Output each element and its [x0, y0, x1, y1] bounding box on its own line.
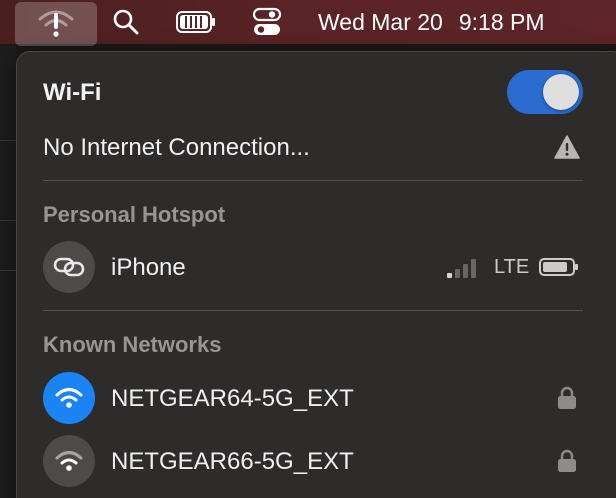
background-window — [0, 44, 16, 498]
menubar-wifi-button[interactable] — [15, 2, 97, 46]
wifi-exclamation-icon — [38, 10, 74, 37]
hotspot-icon-circle — [43, 241, 95, 293]
hotspot-name: iPhone — [111, 254, 186, 281]
wifi-title: Wi-Fi — [43, 79, 102, 106]
screen: Wed Mar 20 9:18 PM Wi-Fi No Internet Conn… — [0, 0, 616, 498]
wifi-icon-circle-connected — [43, 372, 95, 424]
divider — [43, 310, 583, 311]
divider — [43, 180, 583, 181]
wifi-icon-circle — [43, 435, 95, 487]
background-divider — [0, 270, 16, 271]
hotspot-link-icon — [53, 257, 85, 277]
menubar-battery-button[interactable] — [174, 0, 218, 44]
cellular-signal-icon — [447, 259, 476, 278]
menubar-search-button[interactable] — [108, 0, 144, 44]
wifi-toggle[interactable] — [507, 70, 583, 114]
network-item[interactable]: NETGEAR64-5G_EXT — [43, 372, 583, 424]
battery-icon — [176, 11, 215, 33]
wifi-status-text: No Internet Connection... — [43, 134, 310, 161]
background-divider — [0, 220, 16, 221]
network-name: NETGEAR66-5G_EXT — [111, 448, 354, 475]
personal-hotspot-header: Personal Hotspot — [43, 202, 226, 227]
warning-icon — [554, 135, 580, 159]
network-name: NETGEAR64-5G_EXT — [111, 385, 354, 412]
control-center-icon — [252, 7, 282, 35]
background-divider — [0, 140, 16, 141]
wifi-icon — [55, 388, 83, 408]
wifi-toggle-knob — [543, 74, 579, 110]
network-type-label: LTE — [494, 256, 530, 278]
menubar-time: 9:18 PM — [458, 9, 545, 35]
battery-icon — [539, 258, 578, 276]
menubar-date: Wed Mar 20 — [318, 9, 443, 35]
menubar-clock[interactable]: Wed Mar 20 9:18 PM — [318, 0, 545, 44]
wifi-menu-panel: Wi-Fi No Internet Connection... Personal… — [16, 51, 616, 498]
menu-bar: Wed Mar 20 9:18 PM — [0, 0, 616, 46]
lock-icon — [558, 386, 576, 409]
search-icon — [113, 9, 139, 35]
hotspot-item-iphone[interactable]: iPhone LTE — [43, 241, 583, 293]
known-networks-header: Known Networks — [43, 332, 222, 357]
lock-icon — [558, 449, 576, 472]
menubar-control-center-button[interactable] — [247, 0, 287, 44]
wifi-icon — [55, 451, 83, 471]
network-item[interactable]: NETGEAR66-5G_EXT — [43, 435, 583, 487]
